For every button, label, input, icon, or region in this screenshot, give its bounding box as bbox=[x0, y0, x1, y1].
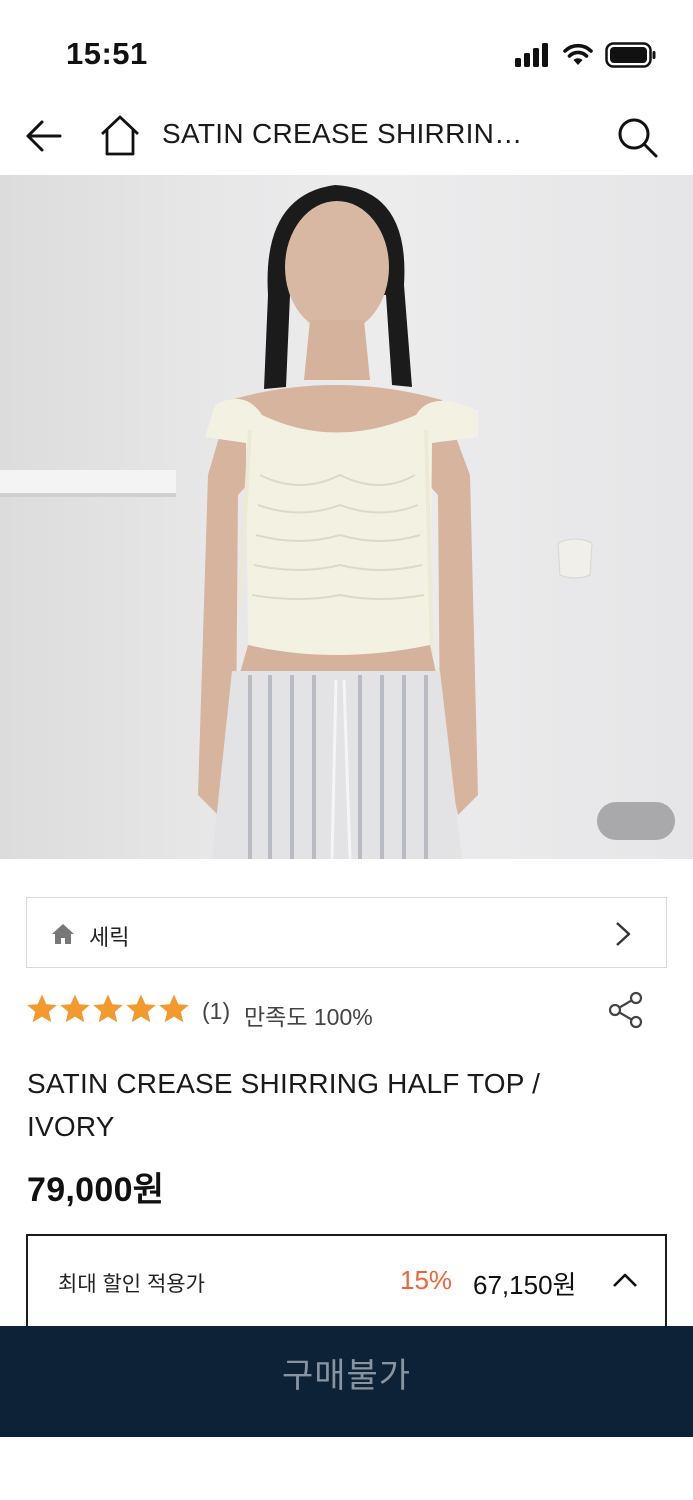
star-icon bbox=[60, 994, 90, 1023]
discount-rate: 15% bbox=[400, 1265, 453, 1295]
home-icon[interactable] bbox=[98, 112, 142, 158]
product-title: SATIN CREASE SHIRRING HALF TOP / IVORY bbox=[27, 1068, 541, 1142]
product-price: 79,000원 bbox=[27, 1171, 165, 1209]
buy-bar: 구매불가 bbox=[0, 1326, 693, 1437]
image-pager-indicator bbox=[597, 802, 675, 840]
search-icon[interactable] bbox=[614, 114, 660, 160]
home-icon bbox=[52, 924, 74, 944]
discount-label: 최대 할인 적용가 bbox=[58, 1273, 205, 1296]
max-discount-panel[interactable]: 최대 할인 적용가 15% 67,150원 bbox=[26, 1234, 667, 1330]
signal-icon bbox=[515, 43, 548, 67]
purchase-unavailable-button[interactable]: 구매불가 bbox=[0, 1326, 693, 1426]
status-bar: 15:51 bbox=[0, 0, 693, 100]
nav-bar: SATIN CREASE SHIRRING HALF TOP / IVORY bbox=[0, 100, 693, 174]
back-arrow-icon[interactable] bbox=[22, 114, 66, 158]
star-icon bbox=[126, 994, 156, 1023]
wifi-icon bbox=[563, 43, 593, 65]
status-icons bbox=[515, 40, 657, 70]
discount-price: 67,150원 bbox=[473, 1270, 577, 1300]
product-image[interactable] bbox=[0, 175, 693, 859]
rating-row: (1) 만족도 100% bbox=[26, 990, 667, 1034]
battery-icon bbox=[605, 42, 656, 68]
status-time: 15:51 bbox=[66, 36, 148, 71]
chevron-right-icon bbox=[616, 922, 631, 946]
model-photo bbox=[0, 185, 593, 859]
chevron-up-icon[interactable] bbox=[612, 1272, 638, 1288]
satisfaction: 만족도 100% bbox=[244, 1004, 373, 1030]
brand-name: 세릭 bbox=[89, 925, 130, 950]
brand-link[interactable]: 세릭 bbox=[26, 897, 667, 968]
star-icon bbox=[27, 994, 57, 1023]
review-count[interactable]: (1) bbox=[202, 998, 230, 1025]
page-title: SATIN CREASE SHIRRING HALF TOP / IVORY bbox=[162, 118, 542, 149]
share-icon[interactable] bbox=[606, 990, 646, 1030]
star-icon bbox=[159, 994, 189, 1023]
rating-stars[interactable] bbox=[26, 992, 190, 1030]
star-icon bbox=[93, 994, 123, 1023]
